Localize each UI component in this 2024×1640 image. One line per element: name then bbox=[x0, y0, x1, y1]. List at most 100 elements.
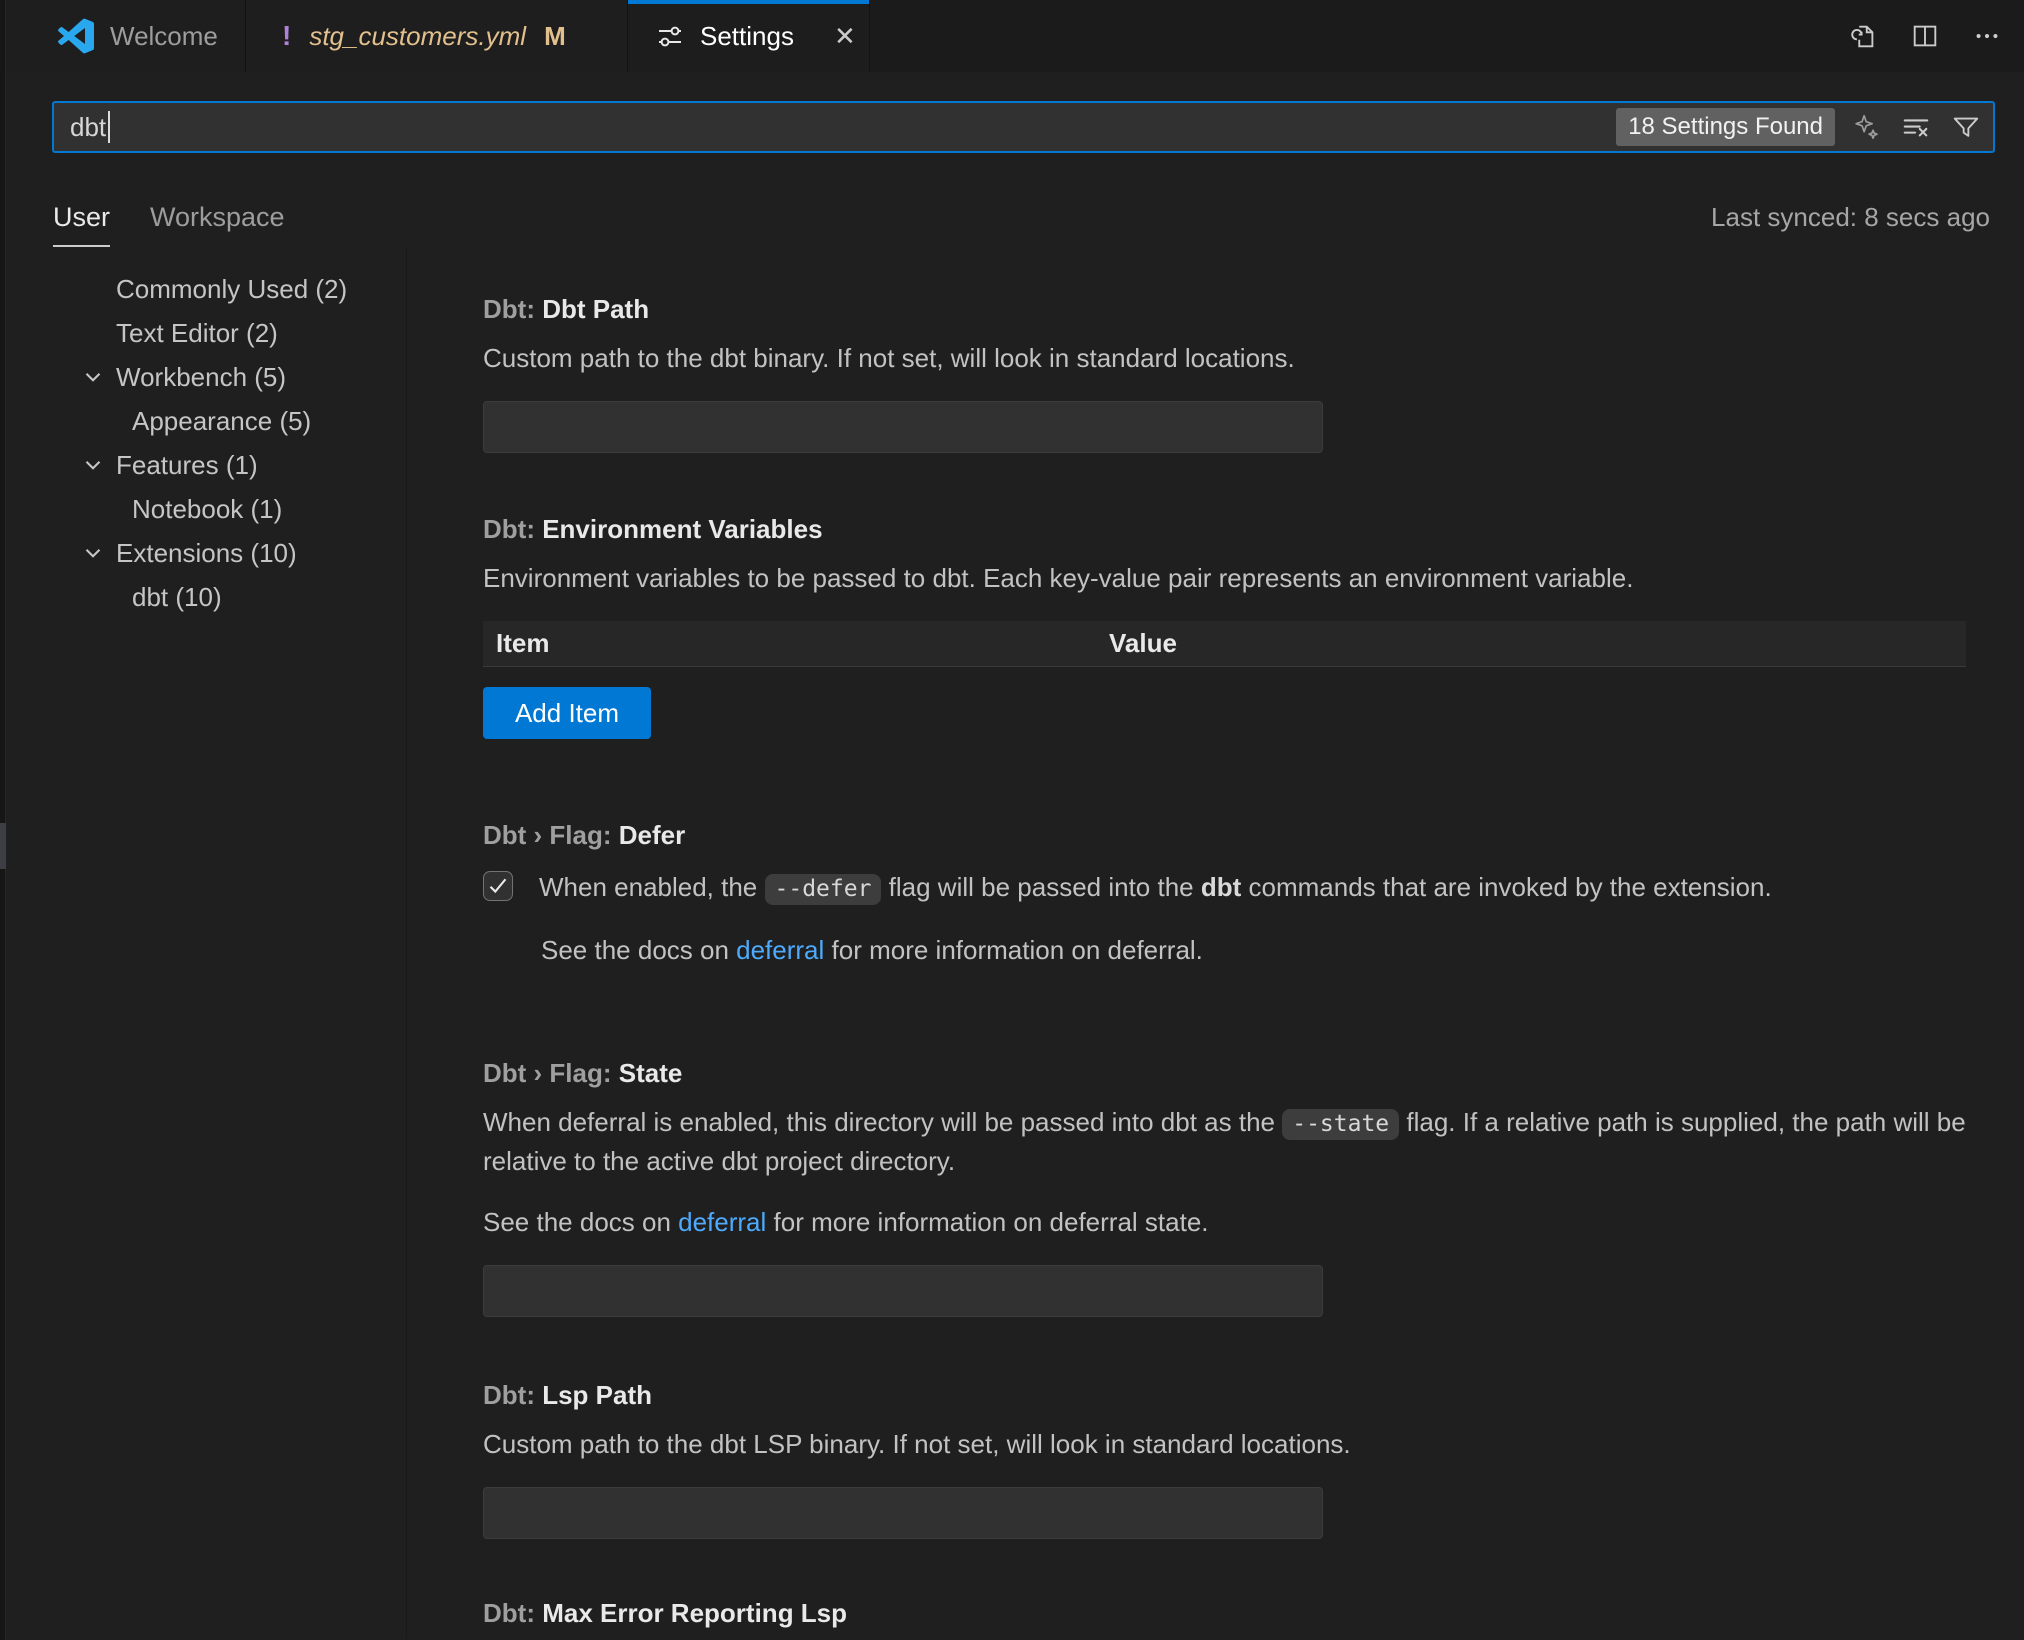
setting-title: Dbt: Environment Variables bbox=[483, 513, 1966, 545]
code-state-flag: --state bbox=[1282, 1109, 1399, 1140]
scrollbar-thumb[interactable] bbox=[0, 823, 6, 869]
tab-bar-empty-space bbox=[870, 0, 1826, 72]
code-defer-flag: --defer bbox=[765, 874, 882, 905]
editor-actions bbox=[1826, 0, 2024, 72]
toc-label: Text Editor (2) bbox=[116, 318, 278, 349]
setting-max-error-reporting-lsp: Dbt: Max Error Reporting Lsp Controls th… bbox=[483, 1597, 1966, 1640]
toc-item-workbench[interactable]: Workbench (5) bbox=[0, 355, 406, 399]
toc-item-commonly-used[interactable]: Commonly Used (2) bbox=[0, 267, 406, 311]
modified-badge: M bbox=[544, 21, 566, 52]
settings-search-input[interactable]: dbt 18 Settings Found bbox=[52, 101, 1995, 153]
env-variables-table: Item Value bbox=[483, 621, 1966, 667]
setting-category: Dbt: bbox=[483, 1598, 542, 1628]
chevron-down-icon bbox=[80, 364, 106, 390]
scope-tab-user[interactable]: User bbox=[53, 202, 110, 247]
deferral-docs-link[interactable]: deferral bbox=[736, 935, 824, 965]
ai-sparkle-icon[interactable] bbox=[1851, 112, 1881, 142]
desc-text: When deferral is enabled, this directory… bbox=[483, 1107, 1282, 1137]
setting-description: Custom path to the dbt binary. If not se… bbox=[483, 340, 1966, 377]
setting-name: Environment Variables bbox=[542, 514, 822, 544]
desc-text: flag will be passed into the bbox=[881, 872, 1200, 902]
tab-settings[interactable]: Settings ✕ bbox=[628, 0, 870, 72]
setting-title: Dbt › Flag: State bbox=[483, 1057, 1966, 1089]
open-settings-json-icon[interactable] bbox=[1848, 21, 1878, 51]
filter-icon[interactable] bbox=[1951, 112, 1981, 142]
toc-label: dbt (10) bbox=[132, 582, 222, 613]
setting-title: Dbt › Flag: Defer bbox=[483, 819, 1966, 851]
text-caret bbox=[108, 111, 110, 143]
tab-label: Settings bbox=[700, 21, 794, 52]
setting-description: Custom path to the dbt LSP binary. If no… bbox=[483, 1426, 1966, 1463]
toc-item-extensions[interactable]: Extensions (10) bbox=[0, 531, 406, 575]
docs-line: See the docs on deferral for more inform… bbox=[483, 1204, 1966, 1241]
docs-text: for more information on deferral state. bbox=[766, 1207, 1208, 1237]
desc-text: When enabled, the bbox=[539, 872, 765, 902]
settings-toc: Commonly Used (2) Text Editor (2) Workbe… bbox=[0, 247, 407, 1639]
setting-category: Dbt › Flag: bbox=[483, 820, 619, 850]
setting-category: Dbt: bbox=[483, 1380, 542, 1410]
editor-tab-bar: Welcome ! stg_customers.yml M Settings ✕ bbox=[0, 0, 2024, 72]
settings-search-row: dbt 18 Settings Found bbox=[0, 72, 2024, 153]
toc-item-text-editor[interactable]: Text Editor (2) bbox=[0, 311, 406, 355]
add-item-button[interactable]: Add Item bbox=[483, 687, 651, 739]
setting-lsp-path: Dbt: Lsp Path Custom path to the dbt LSP… bbox=[483, 1379, 1966, 1539]
split-editor-icon[interactable] bbox=[1910, 21, 1940, 51]
tab-label: Welcome bbox=[110, 21, 218, 52]
toc-label: Notebook (1) bbox=[132, 494, 282, 525]
setting-description: When enabled, the --defer flag will be p… bbox=[539, 869, 1772, 908]
setting-title: Dbt: Max Error Reporting Lsp bbox=[483, 1597, 1966, 1629]
toc-label: Workbench (5) bbox=[116, 362, 286, 393]
setting-description: Environment variables to be passed to db… bbox=[483, 560, 1966, 597]
setting-name: State bbox=[619, 1058, 683, 1088]
tab-stg-customers-yml[interactable]: ! stg_customers.yml M bbox=[246, 0, 628, 72]
setting-flag-state: Dbt › Flag: State When deferral is enabl… bbox=[483, 1057, 1966, 1317]
more-actions-icon[interactable] bbox=[1972, 21, 2002, 51]
setting-title: Dbt: Dbt Path bbox=[483, 293, 1966, 325]
vscode-logo-icon bbox=[58, 18, 94, 54]
scope-tab-workspace[interactable]: Workspace bbox=[150, 202, 285, 247]
toc-label: Commonly Used (2) bbox=[116, 274, 347, 305]
window-left-edge bbox=[0, 0, 6, 1640]
docs-text: for more information on deferral. bbox=[824, 935, 1203, 965]
clear-filters-icon[interactable] bbox=[1901, 112, 1931, 142]
deferral-docs-link[interactable]: deferral bbox=[678, 1207, 766, 1237]
toc-label: Extensions (10) bbox=[116, 538, 297, 569]
defer-checkbox[interactable] bbox=[483, 871, 513, 901]
toc-item-appearance[interactable]: Appearance (5) bbox=[0, 399, 406, 443]
setting-category: Dbt: bbox=[483, 294, 542, 324]
setting-category: Dbt › Flag: bbox=[483, 1058, 619, 1088]
setting-name: Lsp Path bbox=[542, 1380, 652, 1410]
column-header-value: Value bbox=[1109, 628, 1966, 659]
settings-sliders-icon bbox=[654, 20, 686, 52]
env-table-header: Item Value bbox=[483, 621, 1966, 667]
setting-title: Dbt: Lsp Path bbox=[483, 1379, 1966, 1411]
toc-label: Appearance (5) bbox=[132, 406, 311, 437]
setting-environment-variables: Dbt: Environment Variables Environment v… bbox=[483, 513, 1966, 739]
chevron-down-icon bbox=[80, 540, 106, 566]
last-synced-status: Last synced: 8 secs ago bbox=[1711, 202, 1990, 247]
setting-description: When deferral is enabled, this directory… bbox=[483, 1104, 1966, 1180]
toc-item-dbt[interactable]: dbt (10) bbox=[0, 575, 406, 619]
setting-flag-defer: Dbt › Flag: Defer When enabled, the --de… bbox=[483, 819, 1966, 969]
toc-item-features[interactable]: Features (1) bbox=[0, 443, 406, 487]
chevron-down-icon bbox=[80, 452, 106, 478]
tab-label: stg_customers.yml bbox=[309, 21, 526, 52]
docs-line: See the docs on deferral for more inform… bbox=[541, 932, 1966, 969]
column-header-item: Item bbox=[483, 628, 1109, 659]
toc-item-notebook[interactable]: Notebook (1) bbox=[0, 487, 406, 531]
settings-list: Dbt: Dbt Path Custom path to the dbt bin… bbox=[407, 247, 2024, 1639]
setting-name: Defer bbox=[619, 820, 685, 850]
lsp-path-input[interactable] bbox=[483, 1487, 1323, 1539]
state-path-input[interactable] bbox=[483, 1265, 1323, 1317]
setting-name: Max Error Reporting Lsp bbox=[542, 1598, 847, 1628]
warning-icon: ! bbox=[282, 20, 291, 52]
results-count-badge: 18 Settings Found bbox=[1616, 108, 1835, 146]
tab-welcome[interactable]: Welcome bbox=[0, 0, 246, 72]
close-tab-icon[interactable]: ✕ bbox=[828, 19, 862, 54]
setting-name: Dbt Path bbox=[542, 294, 649, 324]
search-value: dbt bbox=[70, 112, 106, 143]
setting-dbt-path: Dbt: Dbt Path Custom path to the dbt bin… bbox=[483, 293, 1966, 453]
docs-text: See the docs on bbox=[541, 935, 736, 965]
dbt-path-input[interactable] bbox=[483, 401, 1323, 453]
docs-text: See the docs on bbox=[483, 1207, 678, 1237]
